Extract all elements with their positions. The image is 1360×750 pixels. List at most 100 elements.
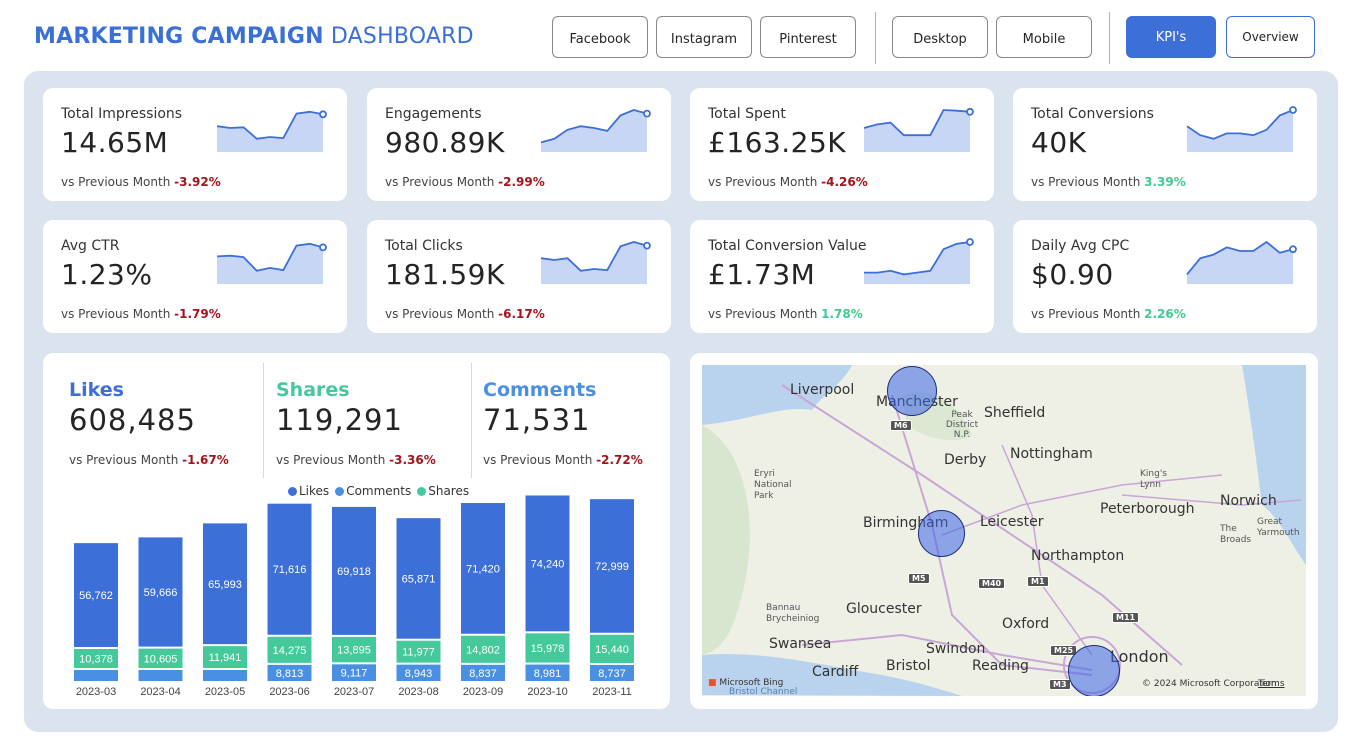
map-label-the-broads: The Broads xyxy=(1220,524,1252,545)
map-label-bannau: Bannau Brycheiniog xyxy=(766,603,820,624)
data-label: 71,616 xyxy=(273,564,307,576)
data-label: 13,895 xyxy=(337,645,371,657)
bar-segment-comments[interactable] xyxy=(138,670,183,681)
filter-facebook-button[interactable]: Facebook xyxy=(552,16,648,58)
filter-pinterest-button[interactable]: Pinterest xyxy=(760,16,856,58)
kpi-comparison: vs Previous Month -1.79% xyxy=(61,307,221,321)
map-label-reading: Reading xyxy=(972,658,1029,674)
kpi-label: Daily Avg CPC xyxy=(1031,238,1130,254)
kpi-comparison: vs Previous Month -3.92% xyxy=(61,175,221,189)
kpi-sparkline xyxy=(540,109,651,152)
data-label: 74,240 xyxy=(531,558,565,570)
x-tick-label: 2023-08 xyxy=(398,686,438,698)
filter-instagram-button[interactable]: Instagram xyxy=(656,16,752,58)
bar-segment-comments[interactable] xyxy=(203,670,247,681)
cmp-label: vs Previous Month xyxy=(61,175,171,189)
data-label: 11,941 xyxy=(209,652,242,664)
title-bold: MARKETING CAMPAIGN xyxy=(34,24,324,49)
stacked-bar-chart[interactable]: 10,378 56,762 2023-03 10,605 59,666 2023-04 11… xyxy=(43,353,670,709)
kpi-sparkline xyxy=(864,238,974,284)
bing-label: Microsoft Bing xyxy=(719,678,784,688)
kpi-value: £163.25K xyxy=(708,126,847,159)
kpi-value: 40K xyxy=(1031,126,1087,159)
cmp-label: vs Previous Month xyxy=(1031,307,1141,321)
data-label: 71,420 xyxy=(466,563,500,575)
title-light: DASHBOARD xyxy=(330,24,474,49)
data-label: 8,737 xyxy=(598,668,626,680)
map-terms-link[interactable]: Terms xyxy=(1258,679,1285,689)
x-tick-label: 2023-10 xyxy=(527,686,567,698)
data-label: 14,275 xyxy=(273,645,307,657)
map-card: Liverpool Manchester Sheffield Peak Dist… xyxy=(690,353,1318,709)
overview-button[interactable]: Overview xyxy=(1226,16,1315,58)
birmingham-bubble[interactable] xyxy=(918,510,965,557)
kpi-label: Avg CTR xyxy=(61,238,120,254)
kpi-card: Total Impressions 14.65M vs Previous Month… xyxy=(43,88,347,201)
sparkline-endpoint xyxy=(1289,245,1297,254)
data-label: 65,871 xyxy=(402,573,436,585)
data-label: 10,605 xyxy=(144,653,178,665)
map-label-northampton: Northampton xyxy=(1031,548,1125,564)
kpi-comparison: vs Previous Month -4.26% xyxy=(708,175,868,189)
map-visual[interactable]: Liverpool Manchester Sheffield Peak Dist… xyxy=(702,365,1306,696)
kpi-card: Avg CTR 1.23% vs Previous Month -1.79% xyxy=(43,220,347,333)
sparkline-endpoint xyxy=(966,107,974,116)
filter-mobile-button[interactable]: Mobile xyxy=(996,16,1092,58)
filter-desktop-button[interactable]: Desktop xyxy=(892,16,988,58)
kpi-sparkline xyxy=(540,241,651,284)
kpi-sparkline xyxy=(863,107,974,152)
kpi-value: 14.65M xyxy=(61,126,169,159)
sparkline-area xyxy=(541,242,647,284)
x-tick-label: 2023-07 xyxy=(334,686,374,698)
x-tick-label: 2023-05 xyxy=(205,686,245,698)
kpi-comparison: vs Previous Month 3.39% xyxy=(1031,175,1186,189)
road-marker-m6: M6 xyxy=(890,420,912,431)
kpi-label: Engagements xyxy=(385,106,482,122)
map-copyright: © 2024 Microsoft Corporation xyxy=(1142,679,1277,689)
divider xyxy=(875,12,876,64)
sparkline-area xyxy=(864,110,970,152)
kpi-card: Total Conversions 40K vs Previous Month 3.… xyxy=(1013,88,1317,201)
kpi-delta: -4.26% xyxy=(821,175,868,189)
kpi-value: 980.89K xyxy=(385,126,505,159)
x-tick-label: 2023-11 xyxy=(592,686,632,698)
x-tick-label: 2023-06 xyxy=(269,686,309,698)
kpi-sparkline xyxy=(216,242,327,284)
sparkline-endpoint xyxy=(643,241,651,250)
kpi-card: Total Spent £163.25K vs Previous Month -4.… xyxy=(690,88,994,201)
kpi-card: Engagements 980.89K vs Previous Month -2.9… xyxy=(367,88,671,201)
london-bubble[interactable] xyxy=(1068,645,1120,696)
cmp-label: vs Previous Month xyxy=(708,307,818,321)
data-label: 15,978 xyxy=(531,643,565,655)
data-label: 8,981 xyxy=(534,668,562,680)
bar-segment-comments[interactable] xyxy=(74,670,118,681)
kpi-delta: -3.92% xyxy=(174,175,221,189)
map-label-cardiff: Cardiff xyxy=(812,664,859,680)
kpi-label: Total Conversion Value xyxy=(708,238,867,254)
map-label-great-yarmouth: Great Yarmouth xyxy=(1257,517,1300,538)
data-label: 10,378 xyxy=(79,654,113,666)
cmp-label: vs Previous Month xyxy=(61,307,171,321)
kpi-sparkline xyxy=(1186,106,1297,152)
data-label: 72,999 xyxy=(595,561,629,573)
map-label-leicester: Leicester xyxy=(980,514,1044,530)
map-label-gloucester: Gloucester xyxy=(846,601,922,617)
map-label-kings-lynn: King's Lynn xyxy=(1140,469,1167,490)
kpi-label: Total Spent xyxy=(708,106,786,122)
data-label: 11,977 xyxy=(402,647,435,659)
kpi-delta: 2.26% xyxy=(1144,307,1186,321)
cmp-label: vs Previous Month xyxy=(385,307,495,321)
bing-icon: ■ xyxy=(708,678,717,688)
sparkline-area xyxy=(864,242,970,284)
kpis-button[interactable]: KPI's xyxy=(1126,16,1216,58)
manchester-bubble[interactable] xyxy=(887,366,937,416)
data-label: 8,837 xyxy=(469,668,497,680)
sparkline-endpoint xyxy=(966,238,974,246)
data-label: 56,762 xyxy=(79,590,113,602)
data-label: 59,666 xyxy=(144,587,178,599)
kpi-label: Total Conversions xyxy=(1031,106,1154,122)
kpi-sparkline xyxy=(216,110,327,152)
header: MARKETING CAMPAIGN DASHBOARD Facebook In… xyxy=(0,0,1360,70)
sparkline-endpoint xyxy=(319,110,327,119)
kpi-value: £1.73M xyxy=(708,258,816,291)
